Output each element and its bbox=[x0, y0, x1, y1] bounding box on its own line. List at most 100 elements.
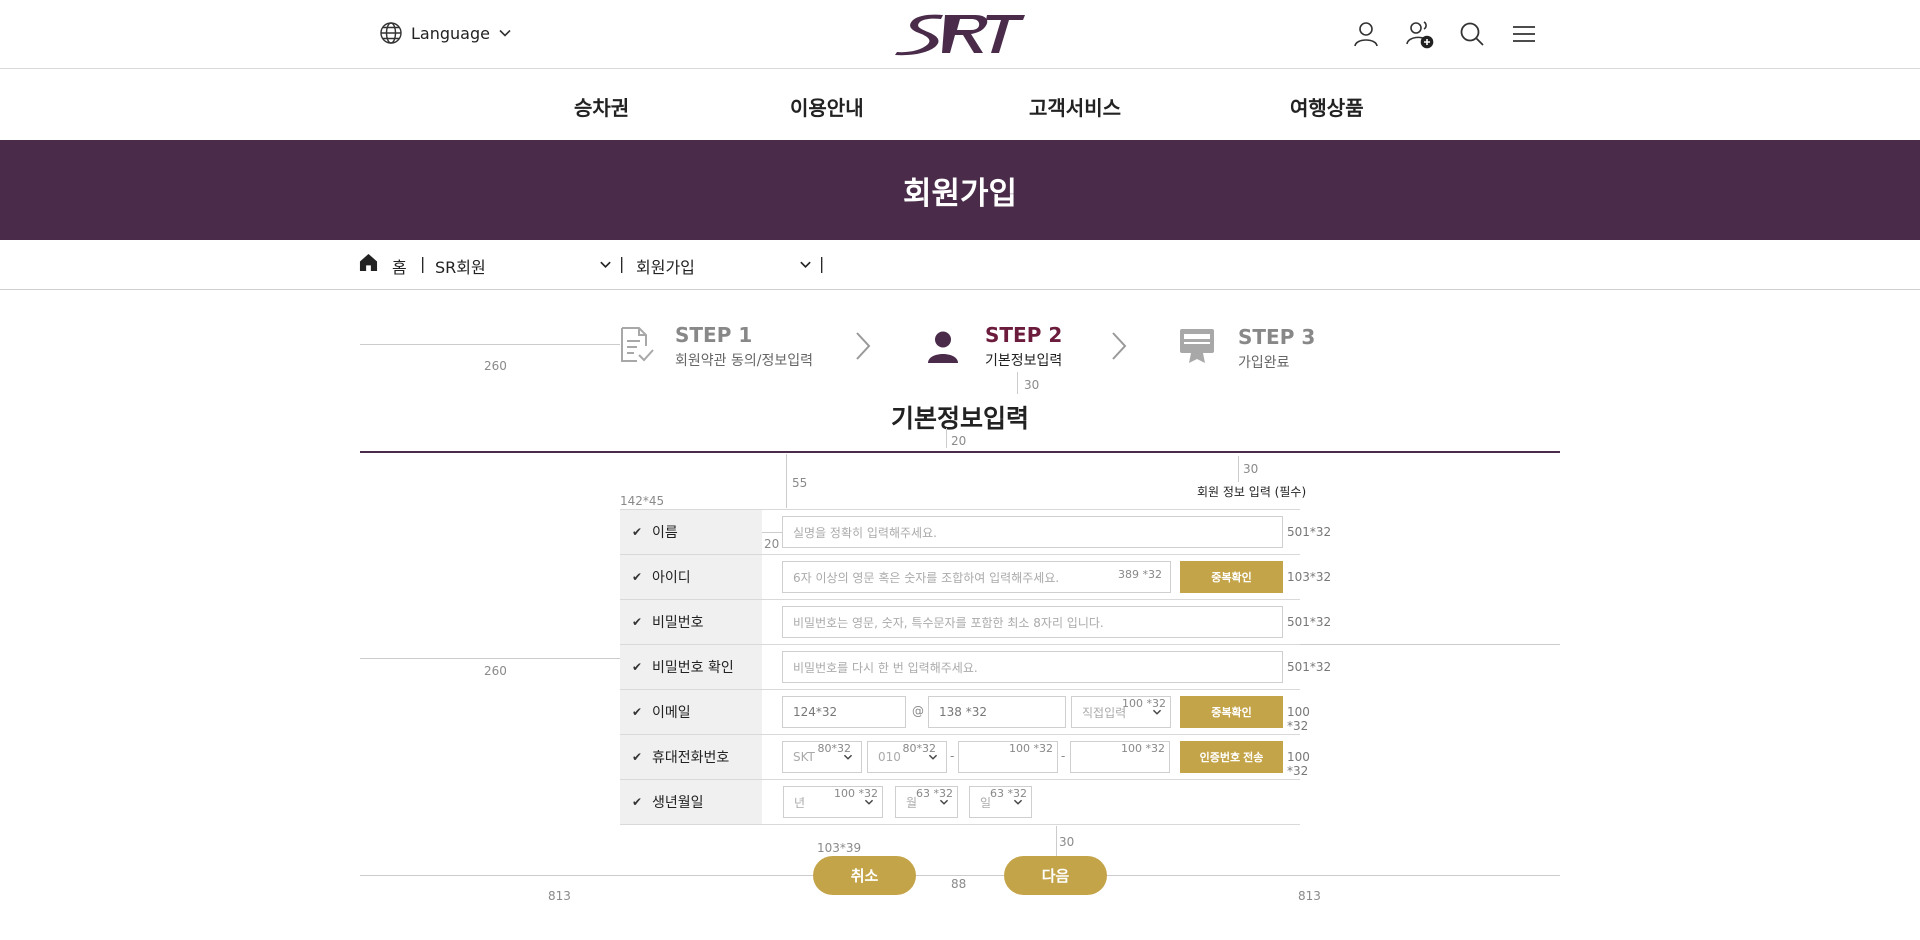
document-check-icon bbox=[621, 327, 654, 362]
form-row-birthdate: ✔ 생년월일 년 100 *32 월 63 *32 일 63 *32 bbox=[620, 780, 1300, 825]
dimension-line bbox=[762, 532, 782, 533]
user-icon[interactable] bbox=[1351, 19, 1381, 49]
cancel-button[interactable]: 취소 bbox=[813, 856, 916, 895]
breadcrumb-level1[interactable]: SR회원 bbox=[435, 254, 486, 278]
dimension-line bbox=[1238, 456, 1239, 482]
dimension-label: 813 bbox=[1298, 889, 1321, 903]
placeholder-text: 비밀번호를 다시 한 번 입력해주세요. bbox=[793, 660, 978, 675]
check-icon: ✔ bbox=[632, 705, 643, 719]
size-label: 501*32 bbox=[1287, 525, 1332, 539]
dimension-label: 142*45 bbox=[620, 494, 665, 508]
dimension-label: 260 bbox=[484, 359, 507, 373]
srt-logo[interactable] bbox=[891, 12, 1027, 56]
name-input[interactable]: 실명을 정확히 입력해주세요. bbox=[782, 516, 1283, 548]
select-value: SKT bbox=[793, 750, 815, 764]
phone-middle-input[interactable]: 100 *32 bbox=[958, 741, 1058, 773]
size-label: 100 *32 bbox=[1121, 742, 1165, 755]
send-verification-button[interactable]: 인증번호 전송 bbox=[1180, 741, 1283, 773]
step-2-sub: 기본정보입력 bbox=[985, 353, 1063, 369]
step-3-title: STEP 3 bbox=[1238, 325, 1316, 349]
chevron-right-icon bbox=[1112, 332, 1127, 360]
chevron-down-icon[interactable] bbox=[599, 258, 612, 271]
dimension-line bbox=[360, 658, 620, 659]
dimension-line bbox=[360, 344, 620, 345]
password-input[interactable]: 비밀번호는 영문, 숫자, 특수문자를 포함한 최소 8자리 입니다. bbox=[782, 606, 1283, 638]
globe-icon bbox=[380, 22, 402, 44]
language-label: Language bbox=[411, 23, 490, 43]
top-header: Language bbox=[0, 0, 1920, 69]
phone-last-input[interactable]: 100 *32 bbox=[1070, 741, 1170, 773]
check-icon: ✔ bbox=[632, 570, 643, 584]
placeholder-text: 비밀번호는 영문, 숫자, 특수문자를 포함한 최소 8자리 입니다. bbox=[793, 615, 1104, 630]
dash: - bbox=[950, 749, 955, 763]
dimension-line bbox=[1107, 875, 1560, 876]
placeholder-text: 실명을 정확히 입력해주세요. bbox=[793, 525, 937, 540]
search-icon[interactable] bbox=[1457, 19, 1487, 49]
size-label: 389 *32 bbox=[1118, 568, 1162, 581]
dimension-line bbox=[916, 875, 1004, 876]
size-label: 138 *32 bbox=[939, 705, 987, 719]
dimension-line bbox=[1017, 372, 1018, 394]
placeholder-text: 6자 이상의 영문 혹은 숫자를 조합하여 입력해주세요. bbox=[793, 570, 1060, 585]
email-domain-select[interactable]: 직접입력 100 *32 bbox=[1071, 696, 1171, 728]
main-nav: 승차권 이용안내 고객서비스 여행상품 bbox=[0, 70, 1920, 140]
person-icon bbox=[928, 331, 958, 363]
breadcrumb-separator: | bbox=[420, 254, 426, 273]
dimension-line bbox=[1056, 826, 1057, 856]
select-value: 직접입력 bbox=[1082, 705, 1127, 720]
check-icon: ✔ bbox=[632, 795, 643, 809]
user-add-icon[interactable] bbox=[1404, 19, 1434, 49]
breadcrumb-separator: | bbox=[619, 254, 625, 273]
step-3: STEP 3 가입완료 bbox=[1238, 325, 1315, 372]
email-duplicate-check-button[interactable]: 중복확인 bbox=[1180, 696, 1283, 728]
nav-item-travel-products[interactable]: 여행상품 bbox=[1290, 92, 1364, 121]
nav-item-ticket[interactable]: 승차권 bbox=[574, 92, 629, 121]
row-label: ✔ 생년월일 bbox=[620, 780, 762, 824]
birth-year-select[interactable]: 년 100 *32 bbox=[783, 786, 883, 818]
dimension-line bbox=[360, 875, 813, 876]
section-title: 기본정보입력 bbox=[890, 404, 1029, 433]
dash: - bbox=[1061, 749, 1066, 763]
row-label: ✔ 아이디 bbox=[620, 555, 762, 599]
dimension-label: 88 bbox=[951, 877, 967, 891]
breadcrumb-level2[interactable]: 회원가입 bbox=[636, 254, 695, 278]
nav-item-guide[interactable]: 이용안내 bbox=[790, 92, 864, 121]
step-1-sub: 회원약관 동의/정보입력 bbox=[675, 353, 813, 369]
label-text: 아이디 bbox=[652, 570, 691, 586]
password-confirm-input[interactable]: 비밀번호를 다시 한 번 입력해주세요. bbox=[782, 651, 1283, 683]
phone-prefix-select[interactable]: 010 80*32 bbox=[867, 741, 947, 773]
breadcrumb-home[interactable]: 홈 bbox=[392, 254, 407, 278]
size-label: 100 *32 bbox=[1009, 742, 1053, 755]
birth-day-select[interactable]: 일 63 *32 bbox=[969, 786, 1032, 818]
dimension-label: 30 bbox=[1059, 835, 1075, 849]
home-icon[interactable] bbox=[359, 253, 378, 272]
id-input[interactable]: 6자 이상의 영문 혹은 숫자를 조합하여 입력해주세요. 389 *32 bbox=[782, 561, 1171, 593]
email-domain-input[interactable]: 138 *32 bbox=[928, 696, 1066, 728]
label-text: 비밀번호 확인 bbox=[652, 660, 734, 676]
check-icon: ✔ bbox=[632, 660, 643, 674]
next-button[interactable]: 다음 bbox=[1004, 856, 1107, 895]
birth-month-select[interactable]: 월 63 *32 bbox=[895, 786, 958, 818]
nav-item-customer-service[interactable]: 고객서비스 bbox=[1029, 92, 1121, 121]
dimension-label: 260 bbox=[484, 664, 507, 678]
form-row-name: ✔ 이름 실명을 정확히 입력해주세요. 501*32 bbox=[620, 510, 1331, 555]
carrier-select[interactable]: SKT 80*32 bbox=[782, 741, 862, 773]
form-row-email: ✔ 이메일 124*32 @ 138 *32 직접입력 100 *32 중복확인 … bbox=[620, 690, 1310, 735]
dimension-line bbox=[786, 454, 787, 508]
required-note: 회원 정보 입력 (필수) bbox=[1197, 485, 1307, 499]
chevron-down-icon[interactable] bbox=[799, 258, 812, 271]
row-label: ✔ 이름 bbox=[620, 510, 762, 554]
row-label: ✔ 비밀번호 확인 bbox=[620, 645, 762, 689]
email-local-input[interactable]: 124*32 bbox=[782, 696, 906, 728]
language-selector[interactable]: Language bbox=[379, 21, 512, 45]
chevron-down-icon bbox=[928, 754, 938, 760]
dimension-label: 813 bbox=[548, 889, 571, 903]
chevron-right-icon bbox=[856, 332, 871, 360]
id-duplicate-check-button[interactable]: 중복확인 bbox=[1180, 561, 1283, 593]
chevron-down-icon bbox=[1152, 709, 1162, 715]
step-1-title: STEP 1 bbox=[675, 323, 753, 347]
label-text: 휴대전화번호 bbox=[652, 750, 730, 766]
size-label: 103*32 bbox=[1287, 570, 1332, 584]
step-2-title: STEP 2 bbox=[985, 323, 1063, 347]
menu-icon[interactable] bbox=[1509, 19, 1539, 49]
